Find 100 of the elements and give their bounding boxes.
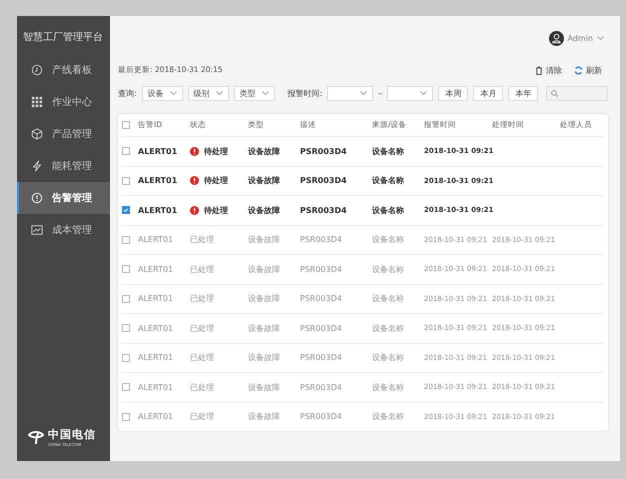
caret-icon (216, 91, 223, 95)
logo-name: 中国电信 (48, 427, 96, 442)
table-cell-text: PSR003D4 (300, 353, 343, 362)
refresh-icon (574, 66, 583, 74)
checkbox[interactable] (122, 265, 130, 274)
table-cell-text: 设备名称 (372, 322, 405, 334)
table-cell-text: 设备故障 (248, 293, 281, 304)
checkbox[interactable] (122, 147, 130, 156)
table-cell-text: PSR003D4 (300, 294, 343, 304)
start-date-dropdown[interactable] (327, 86, 374, 100)
period-button[interactable]: 本周 (438, 86, 468, 100)
query-label: 查询: (118, 88, 137, 98)
table-cell-text: 设备故障 (248, 204, 281, 216)
checkbox[interactable] (122, 412, 130, 421)
table-cell-text: 设备名称 (372, 234, 405, 246)
end-date-dropdown[interactable] (387, 86, 434, 100)
search-field[interactable] (546, 86, 608, 100)
table-cell-text: PSR003D4 (300, 146, 348, 156)
table-cell-text: 设备故障 (248, 352, 281, 364)
table-cell-text: PSR003D4 (300, 264, 343, 274)
status-text: 已处理 (190, 293, 214, 304)
caret-icon (262, 91, 269, 95)
table-cell-text: 设备名称 (372, 293, 405, 304)
checkbox[interactable] (122, 121, 130, 129)
sidebar-item[interactable]: 能耗管理 (17, 150, 110, 182)
sidebar-item[interactable]: 产线看板 (17, 54, 110, 86)
table-cell-text: 设备名称 (372, 264, 405, 275)
alert-icon (190, 176, 199, 186)
table-cell-text: PSR003D4 (300, 235, 343, 244)
table-cell-text: ALERT01 (138, 176, 178, 186)
grid-icon (31, 96, 43, 108)
status-text: 待处理 (204, 204, 228, 216)
table-cell-text: PSR003D4 (300, 382, 343, 392)
table-cell-text: 设备故障 (248, 382, 281, 393)
caret-icon (597, 36, 604, 40)
period-button[interactable]: 本年 (508, 86, 538, 100)
table-cell-text: 设备名称 (372, 146, 405, 157)
table-cell-text: ALERT01 (138, 353, 174, 362)
table-cell-text: PSR003D4 (300, 176, 348, 186)
app-title: 智慧工厂管理平台 (22, 30, 104, 45)
checkbox[interactable] (122, 176, 130, 185)
checkbox[interactable] (122, 324, 130, 332)
table-cell-text: 设备名称 (372, 175, 405, 186)
table-cell-text: PSR003D4 (300, 324, 343, 333)
status-text: 待处理 (204, 175, 228, 186)
status-text: 待处理 (204, 146, 228, 157)
clear-button[interactable]: 清除 (535, 64, 562, 76)
table-cell-text: PSR003D4 (300, 412, 343, 422)
table-cell-text: ALERT01 (138, 206, 178, 215)
sidebar-item[interactable]: 产品管理 (17, 118, 110, 150)
alert-icon (190, 206, 199, 215)
table-cell-text: ALERT01 (138, 146, 178, 156)
table-cell-text: 设备名称 (372, 204, 405, 216)
refresh-button[interactable]: 刷新 (574, 64, 602, 76)
status-text: 已处理 (190, 322, 214, 334)
sidebar-item[interactable]: 成本管理 (17, 214, 110, 246)
table-cell-text: 设备故障 (248, 175, 281, 186)
alert-icon (31, 192, 43, 204)
table-cell-text: 设备故障 (248, 146, 281, 157)
range-separator: – (378, 88, 382, 98)
filter-dropdown[interactable]: 设备 (142, 86, 183, 100)
filter-dropdown[interactable]: 级别 (188, 86, 229, 100)
checkbox[interactable] (122, 383, 130, 392)
status-text: 已处理 (190, 411, 214, 422)
checkbox[interactable] (122, 354, 130, 362)
caret-icon (420, 91, 428, 95)
avatar-icon[interactable] (548, 30, 564, 46)
table-cell-text: 设备名称 (372, 411, 405, 422)
table-cell-text: 设备故障 (248, 234, 281, 246)
table-cell-text: 设备故障 (248, 264, 281, 275)
table-cell-text: 设备名称 (372, 382, 405, 393)
caret-icon (360, 91, 368, 95)
table-cell-text: ALERT01 (138, 324, 174, 333)
table-cell-text: 设备故障 (248, 411, 281, 422)
table-cell-text: 设备故障 (248, 322, 281, 334)
table-cell-text: ALERT01 (138, 412, 174, 422)
lightning-icon (31, 160, 43, 172)
period-button[interactable]: 本月 (473, 86, 504, 100)
table-cell-text: ALERT01 (138, 294, 174, 304)
checkbox[interactable] (122, 294, 130, 303)
status-text: 已处理 (190, 382, 214, 393)
sidebar-item[interactable]: 作业中心 (17, 86, 110, 118)
table-cell-text: 设备名称 (372, 352, 405, 364)
status-text: 已处理 (190, 352, 214, 364)
sidebar-item[interactable]: 告警管理 (17, 182, 110, 214)
filter-dropdown[interactable]: 类型 (234, 86, 275, 100)
time-label: 报警时间: (288, 88, 322, 98)
table-cell-text: PSR003D4 (300, 206, 348, 215)
swirl-logo-icon (27, 429, 45, 445)
chart-icon (31, 224, 43, 236)
checkbox[interactable] (122, 206, 130, 214)
status-text: 已处理 (190, 264, 214, 275)
alert-icon (190, 146, 199, 156)
search-icon (551, 90, 558, 96)
checkbox[interactable] (122, 236, 130, 244)
status-text: 已处理 (190, 234, 214, 246)
clock-icon (31, 64, 43, 76)
trash-icon (535, 66, 543, 74)
caret-icon (170, 91, 177, 95)
cube-icon (31, 128, 43, 140)
